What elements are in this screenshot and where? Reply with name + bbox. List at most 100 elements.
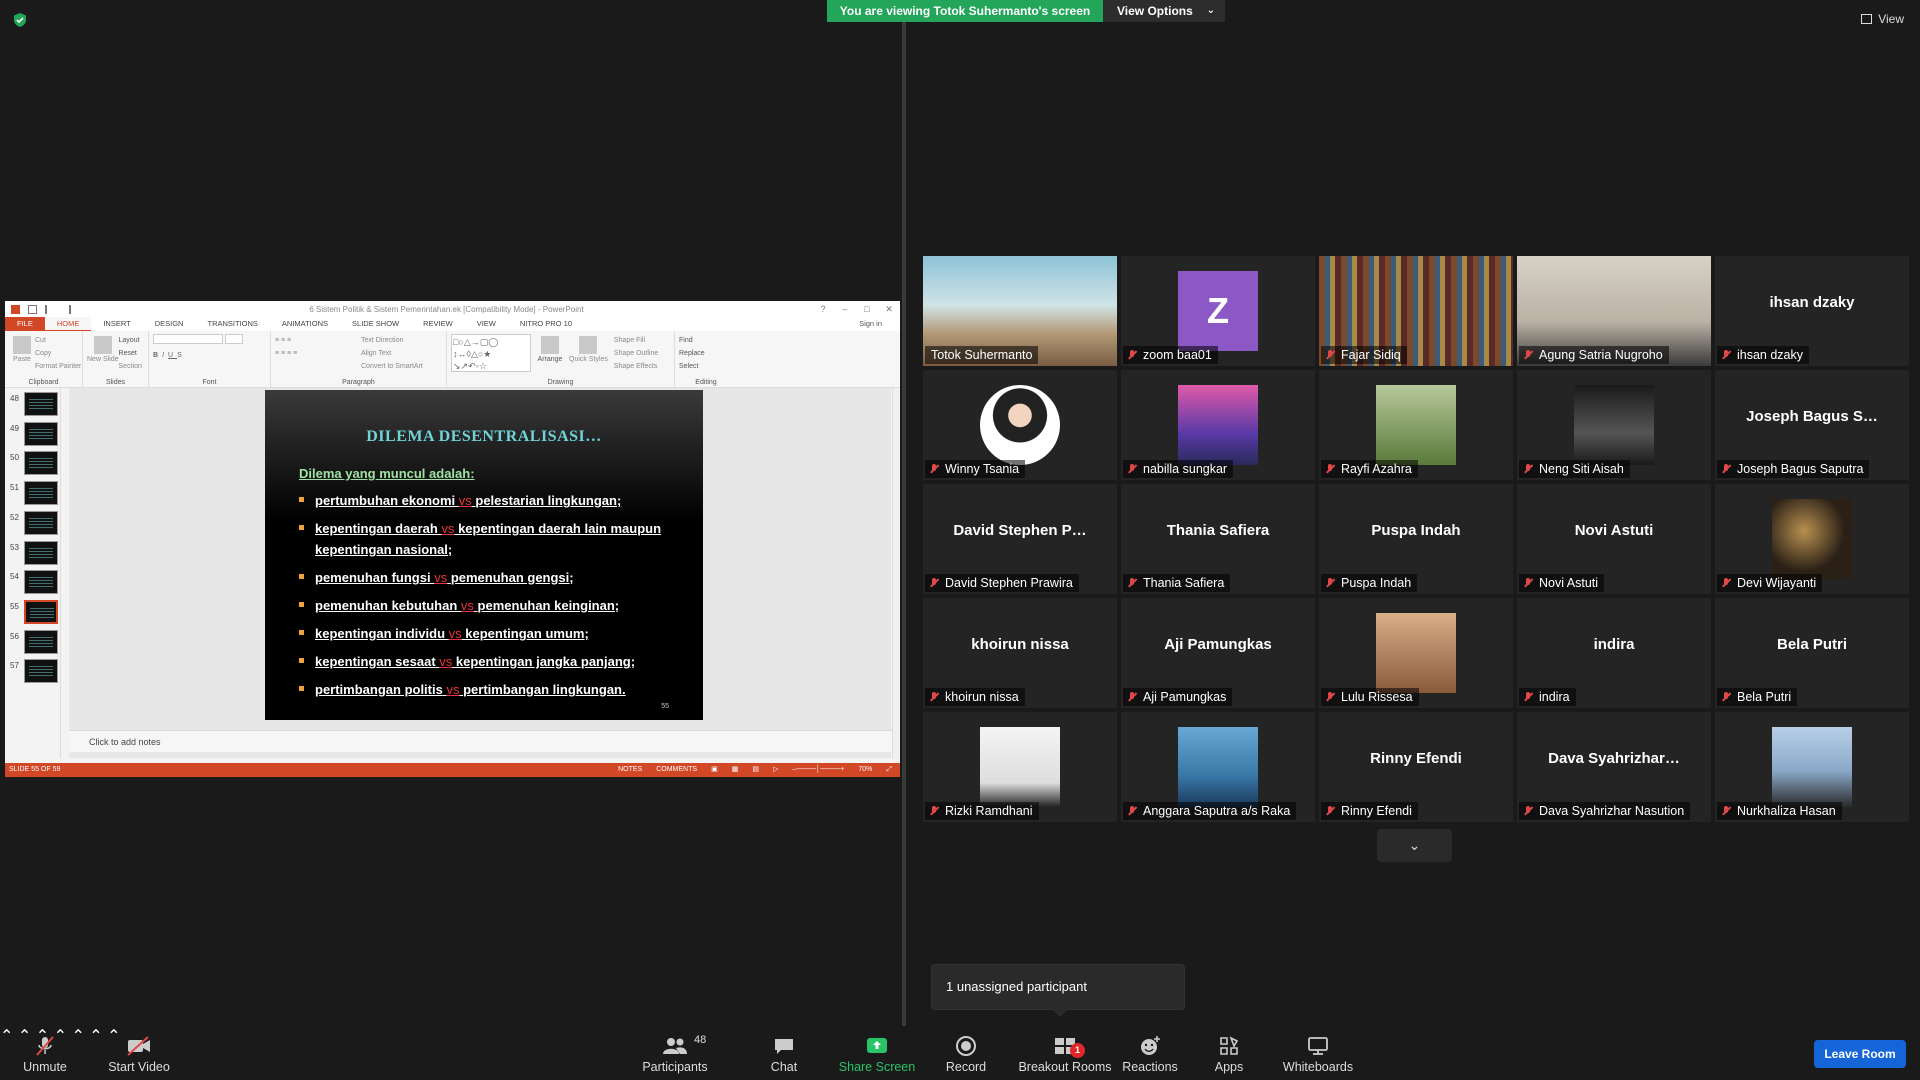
audio-options-caret[interactable]: ⌃ [0,1028,13,1045]
breakout-rooms-button[interactable]: 1 Breakout Rooms [1012,1026,1118,1080]
font-name-select[interactable] [153,334,266,349]
participant-tile[interactable]: Rizki Ramdhani [923,712,1117,822]
participant-tile[interactable]: David Stephen P… David Stephen Prawira [923,484,1117,594]
participant-tile[interactable]: Nurkhaliza Hasan [1715,712,1909,822]
slide-thumbnail[interactable]: 53 [10,540,58,571]
participant-tile[interactable]: Agung Satria Nugroho [1517,256,1711,366]
security-shield-icon[interactable] [12,12,28,28]
unassigned-participant-notice[interactable]: 1 unassigned participant [931,964,1185,1017]
participant-tile[interactable]: Rayfi Azahra [1319,370,1513,480]
paste-icon[interactable] [13,336,31,354]
ppt-tab[interactable]: INSERT [91,317,142,331]
redo-icon[interactable] [62,304,71,314]
ppt-tab[interactable]: TRANSITIONS [195,317,269,331]
slide-thumbnail[interactable]: 50 [10,451,58,481]
section-button[interactable]: Section [119,360,142,373]
align-text-button[interactable]: Align Text [361,347,423,360]
slide-thumbnail[interactable]: 51 [10,481,58,511]
normal-view-icon[interactable]: ▣ [711,763,718,777]
participant-tile[interactable]: Anggara Saputra a/s Raka [1121,712,1315,822]
ppt-tab[interactable]: HOME [44,317,92,331]
close-icon[interactable]: ✕ [878,304,900,315]
participant-tile[interactable]: Totok Suhermanto [923,256,1117,366]
quick-styles-icon[interactable] [579,336,598,354]
arrange-icon[interactable] [541,336,559,354]
current-slide[interactable]: DILEMA DESENTRALISASI… Dilema yang muncu… [265,390,703,720]
ppt-tab[interactable]: REVIEW [411,317,465,331]
maximize-icon[interactable]: □ [856,304,878,314]
participant-tile[interactable]: Zzoom baa01 [1121,256,1315,366]
reactions-button[interactable]: Reactions [1120,1026,1180,1080]
convert-smartart-button[interactable]: Convert to SmartArt [361,360,423,373]
shape-outline-button[interactable]: Shape Outline [614,347,658,360]
ppt-tab[interactable]: DESIGN [143,317,196,331]
gallery-next-page-button[interactable]: ⌄ [1377,829,1452,862]
slide-thumbnail[interactable]: 56 [10,629,58,660]
slide-scrollbar[interactable] [892,388,900,758]
participant-tile[interactable]: Dava Syahrizhar… Dava Syahrizhar Nasution [1517,712,1711,822]
sign-in-link[interactable]: Sign in [859,317,900,331]
slideshow-view-icon[interactable]: ▷ [773,763,778,777]
record-button[interactable]: Record [940,1026,992,1080]
slide-thumbnail[interactable]: 57 [10,659,58,689]
help-icon[interactable]: ? [812,304,834,314]
select-button[interactable]: Select [679,360,733,373]
participant-tile[interactable]: Neng Siti Aisah [1517,370,1711,480]
split-divider[interactable] [902,22,906,1026]
apps-options-caret[interactable]: ⌃ [89,1028,102,1045]
share-screen-button[interactable]: Share Screen [836,1026,918,1080]
shapes-gallery[interactable]: □○△→▢◯ ↕↔◊△○★ ↘↗↶◦☆ [451,334,531,372]
participant-tile[interactable]: Thania Safiera Thania Safiera [1121,484,1315,594]
notes-pane[interactable]: Click to add notes [69,730,892,752]
slide-thumbnail[interactable]: 55 [10,599,58,630]
participant-tile[interactable]: indira indira [1517,598,1711,708]
participant-tile[interactable]: Devi Wijayanti [1715,484,1909,594]
shape-effects-button[interactable]: Shape Effects [614,360,658,373]
zoom-level[interactable]: 70% [858,763,872,777]
replace-button[interactable]: Replace [679,347,733,360]
align-icon[interactable]: ≡ ≡ ≡ ≡ [275,347,355,360]
ppt-tab[interactable]: ANIMATIONS [270,317,340,331]
participant-tile[interactable]: Lulu Rissesa [1319,598,1513,708]
view-options-button[interactable]: View Options ⌄ [1103,0,1225,22]
save-icon[interactable] [28,304,37,314]
participant-tile[interactable]: Novi Astuti Novi Astuti [1517,484,1711,594]
participant-tile[interactable]: Aji Pamungkas Aji Pamungkas [1121,598,1315,708]
participant-tile[interactable]: Joseph Bagus S… Joseph Bagus Saputra [1715,370,1909,480]
text-direction-button[interactable]: Text Direction [361,334,423,347]
participant-tile[interactable]: Rinny Efendi Rinny Efendi [1319,712,1513,822]
fit-slide-icon[interactable]: ⤢ [886,763,892,777]
participant-tile[interactable]: khoirun nissa khoirun nissa [923,598,1117,708]
participants-button[interactable]: 48 Participants [640,1026,710,1080]
new-slide-icon[interactable] [93,336,112,354]
notes-toggle[interactable]: NOTES [618,763,642,777]
bullets-icon[interactable]: ≡ ≡ ≡ [275,334,355,347]
undo-icon[interactable] [45,304,54,314]
ppt-tab[interactable]: VIEW [465,317,508,331]
slide-thumbnail[interactable]: 52 [10,510,58,541]
leave-room-button[interactable]: Leave Room [1814,1040,1906,1068]
slide-thumbnail-pane[interactable]: 48 49 50 51 52 53 54 55 56 57 [5,388,61,758]
font-format-buttons[interactable]: BIUS [153,349,266,362]
slide-thumbnail[interactable]: 49 [10,421,58,452]
slide-thumbnail[interactable]: 54 [10,570,58,600]
apps-button[interactable]: Apps [1204,1026,1254,1080]
sorter-view-icon[interactable]: ▦ [732,763,739,777]
view-layout-button[interactable]: View [1861,12,1904,26]
find-button[interactable]: Find [679,334,733,347]
participant-tile[interactable]: ihsan dzaky ihsan dzaky [1715,256,1909,366]
ppt-tab[interactable]: SLIDE SHOW [340,317,411,331]
participant-tile[interactable]: Puspa Indah Puspa Indah [1319,484,1513,594]
start-video-button[interactable]: Start Video [104,1026,174,1080]
copy-button[interactable]: Copy [35,347,81,360]
cut-button[interactable]: Cut [35,334,81,347]
ppt-tab[interactable]: NITRO PRO 10 [508,317,584,331]
unmute-button[interactable]: Unmute [14,1026,76,1080]
reset-button[interactable]: Reset [119,347,142,360]
slide-thumbnail[interactable]: 48 [10,392,58,422]
comments-toggle[interactable]: COMMENTS [656,763,697,777]
participant-tile[interactable]: nabilla sungkar [1121,370,1315,480]
participant-tile[interactable]: Bela Putri Bela Putri [1715,598,1909,708]
participant-tile[interactable]: Winny Tsania [923,370,1117,480]
whiteboards-button[interactable]: Whiteboards [1276,1026,1360,1080]
